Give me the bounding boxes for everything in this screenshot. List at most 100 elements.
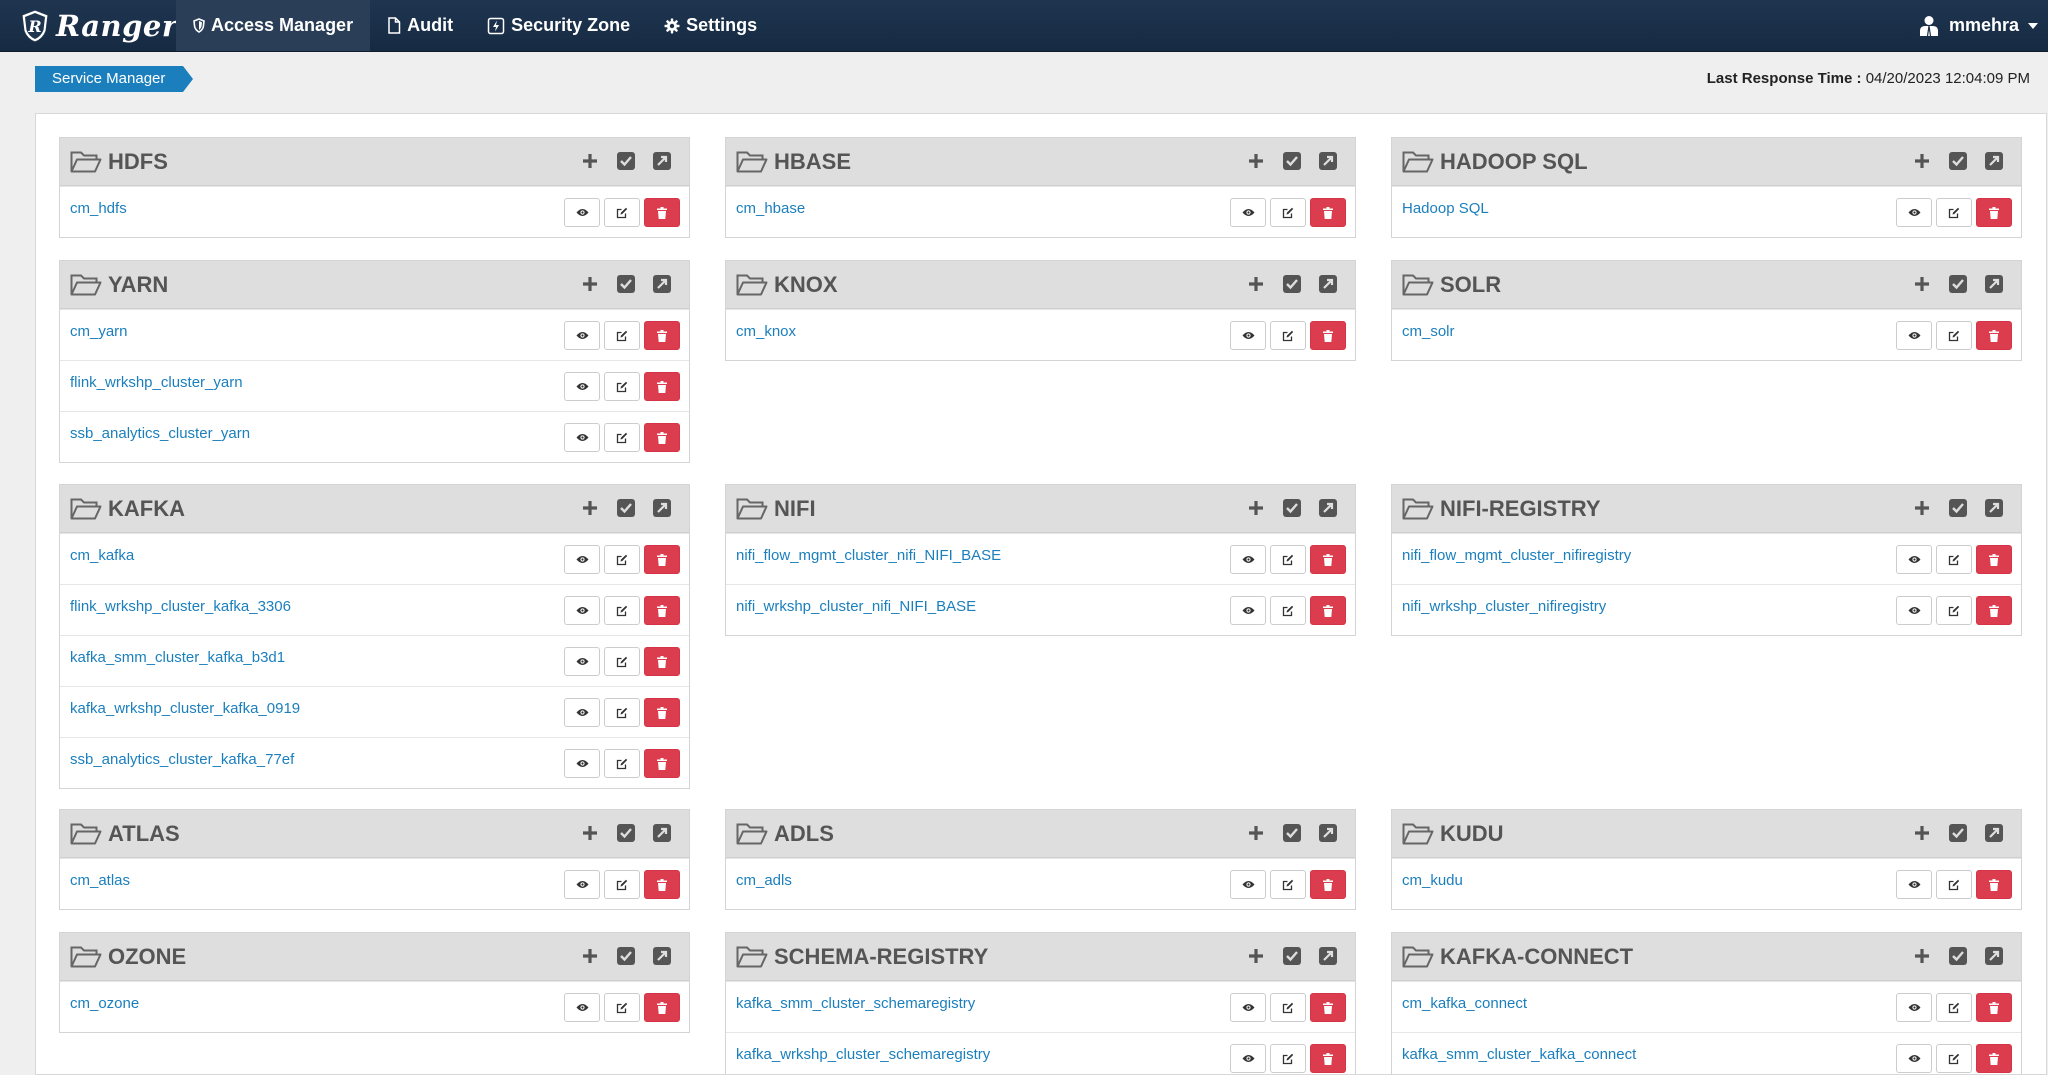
brand[interactable]: R Ranger [18,6,178,46]
view-button[interactable] [1896,870,1932,899]
import-button[interactable] [1947,822,1969,844]
breadcrumb[interactable]: Service Manager [35,66,194,92]
export-button[interactable] [1983,945,2005,967]
delete-button[interactable] [644,372,680,401]
edit-button[interactable] [1936,596,1972,625]
edit-button[interactable] [604,372,640,401]
export-button[interactable] [651,822,673,844]
view-button[interactable] [564,596,600,625]
export-button[interactable] [1983,497,2005,519]
delete-button[interactable] [644,423,680,452]
edit-button[interactable] [1936,993,1972,1022]
export-button[interactable] [1317,822,1339,844]
service-link[interactable]: flink_wrkshp_cluster_yarn [70,374,243,391]
import-button[interactable] [1281,273,1303,295]
delete-button[interactable] [1976,198,2012,227]
edit-button[interactable] [604,596,640,625]
delete-button[interactable] [1976,1044,2012,1073]
service-link[interactable]: cm_ozone [70,995,139,1012]
view-button[interactable] [564,198,600,227]
delete-button[interactable] [1976,596,2012,625]
view-button[interactable] [1896,321,1932,350]
import-button[interactable] [1947,150,1969,172]
view-button[interactable] [564,698,600,727]
service-link[interactable]: cm_hbase [736,200,805,217]
delete-button[interactable] [1976,321,2012,350]
view-button[interactable] [1230,596,1266,625]
add-service-button[interactable] [1911,822,1933,844]
view-button[interactable] [1896,993,1932,1022]
edit-button[interactable] [1270,1044,1306,1073]
service-link[interactable]: cm_kafka [70,547,134,564]
import-button[interactable] [615,822,637,844]
import-button[interactable] [1281,497,1303,519]
service-link[interactable]: kafka_smm_cluster_kafka_connect [1402,1046,1636,1063]
add-service-button[interactable] [1245,150,1267,172]
service-link[interactable]: cm_atlas [70,872,130,889]
add-service-button[interactable] [579,497,601,519]
edit-button[interactable] [604,698,640,727]
nav-audit[interactable]: Audit [370,0,470,51]
export-button[interactable] [1317,273,1339,295]
edit-button[interactable] [1936,321,1972,350]
service-link[interactable]: flink_wrkshp_cluster_kafka_3306 [70,598,291,615]
service-link[interactable]: ssb_analytics_cluster_kafka_77ef [70,751,294,768]
edit-button[interactable] [604,321,640,350]
edit-button[interactable] [604,423,640,452]
export-button[interactable] [1317,150,1339,172]
service-link[interactable]: nifi_wrkshp_cluster_nifi_NIFI_BASE [736,598,976,615]
service-link[interactable]: cm_adls [736,872,792,889]
service-link[interactable]: cm_kafka_connect [1402,995,1527,1012]
add-service-button[interactable] [1911,273,1933,295]
import-button[interactable] [615,150,637,172]
service-link[interactable]: cm_knox [736,323,796,340]
delete-button[interactable] [1976,870,2012,899]
nav-security-zone[interactable]: Security Zone [470,0,647,51]
import-button[interactable] [1947,497,1969,519]
export-button[interactable] [1983,822,2005,844]
delete-button[interactable] [1310,198,1346,227]
service-link[interactable]: kafka_smm_cluster_kafka_b3d1 [70,649,285,666]
edit-button[interactable] [1270,545,1306,574]
service-link[interactable]: cm_hdfs [70,200,127,217]
import-button[interactable] [615,945,637,967]
view-button[interactable] [564,993,600,1022]
view-button[interactable] [1230,198,1266,227]
export-button[interactable] [651,273,673,295]
import-button[interactable] [615,273,637,295]
view-button[interactable] [564,749,600,778]
view-button[interactable] [1230,545,1266,574]
add-service-button[interactable] [1911,497,1933,519]
delete-button[interactable] [1310,321,1346,350]
delete-button[interactable] [644,993,680,1022]
delete-button[interactable] [644,596,680,625]
delete-button[interactable] [1976,545,2012,574]
export-button[interactable] [651,150,673,172]
edit-button[interactable] [604,749,640,778]
delete-button[interactable] [1976,993,2012,1022]
view-button[interactable] [564,870,600,899]
export-button[interactable] [1983,150,2005,172]
delete-button[interactable] [644,749,680,778]
service-link[interactable]: kafka_wrkshp_cluster_kafka_0919 [70,700,300,717]
edit-button[interactable] [604,198,640,227]
view-button[interactable] [564,321,600,350]
edit-button[interactable] [1936,870,1972,899]
service-link[interactable]: cm_solr [1402,323,1455,340]
export-button[interactable] [1317,945,1339,967]
view-button[interactable] [564,545,600,574]
view-button[interactable] [1230,321,1266,350]
add-service-button[interactable] [579,822,601,844]
nav-access-manager[interactable]: Access Manager [176,0,371,51]
view-button[interactable] [564,372,600,401]
add-service-button[interactable] [1911,945,1933,967]
view-button[interactable] [564,647,600,676]
service-link[interactable]: nifi_flow_mgmt_cluster_nifi_NIFI_BASE [736,547,1001,564]
edit-button[interactable] [1936,545,1972,574]
view-button[interactable] [1230,993,1266,1022]
delete-button[interactable] [644,545,680,574]
add-service-button[interactable] [579,150,601,172]
edit-button[interactable] [604,647,640,676]
import-button[interactable] [1947,945,1969,967]
import-button[interactable] [1281,822,1303,844]
